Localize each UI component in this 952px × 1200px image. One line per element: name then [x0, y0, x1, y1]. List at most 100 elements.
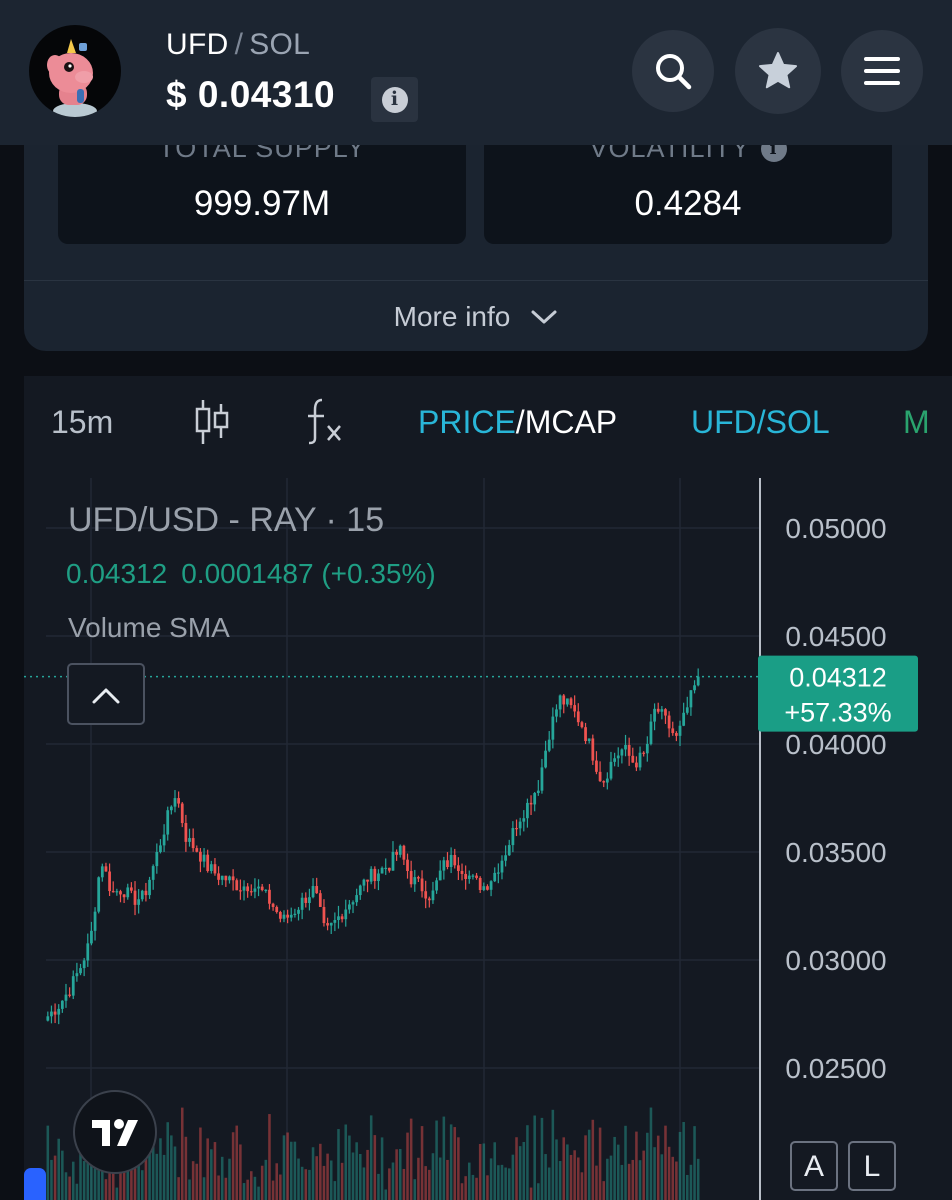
volume-bar [239, 1144, 242, 1200]
candle [587, 738, 591, 742]
volume-bar [686, 1174, 689, 1200]
legend-last-value: 0.04312 [66, 558, 167, 589]
price-axis-tick-label: 0.03000 [785, 945, 886, 976]
candle [169, 806, 173, 811]
candle [696, 676, 700, 686]
volume-bar [533, 1115, 536, 1200]
volume-bar [271, 1180, 275, 1200]
volume-bar [428, 1169, 431, 1200]
volume-bar [297, 1158, 300, 1200]
volume-bar [279, 1174, 282, 1200]
volume-bar [555, 1139, 558, 1200]
volume-bar [388, 1168, 391, 1200]
legend-change: 0.0001487 (+0.35%) [181, 558, 436, 589]
legend-collapse-button[interactable] [67, 663, 145, 725]
candle [151, 866, 155, 880]
log-scale-label: L [864, 1150, 881, 1183]
volume-bar [478, 1143, 482, 1200]
volume-bar [518, 1146, 522, 1200]
candle [180, 803, 184, 824]
more-info-button[interactable]: More info [24, 280, 928, 352]
volume-bar [580, 1172, 584, 1200]
candle [511, 828, 515, 846]
search-icon [656, 54, 692, 90]
candle [656, 708, 660, 712]
candle [177, 798, 180, 804]
scroll-handle[interactable] [24, 1168, 46, 1200]
volume-bar [366, 1149, 369, 1200]
chevron-down-icon [531, 310, 557, 323]
hamburger-icon [864, 57, 900, 85]
price-chart[interactable]: 0.05000 0.04500 0.04000 0.03500 0.03000 0.025… [24, 376, 952, 1200]
candle [264, 889, 268, 891]
volume-bar [180, 1107, 184, 1200]
price-axis[interactable]: 0.05000 0.04500 0.04000 0.03500 0.03000 0.025… [785, 513, 886, 1084]
volume-bar [217, 1175, 220, 1200]
volume-bar [577, 1157, 580, 1200]
volume-bar [635, 1131, 638, 1200]
volume-bar [257, 1186, 260, 1200]
candle [206, 854, 210, 871]
volume-bar [453, 1127, 457, 1200]
tradingview-logo-button[interactable] [73, 1090, 157, 1174]
candle [493, 872, 497, 882]
menu-button[interactable] [841, 30, 923, 112]
candle [682, 712, 686, 726]
candle [424, 891, 428, 899]
candle [286, 914, 289, 918]
volume-bar [184, 1136, 188, 1200]
candle [471, 875, 475, 877]
volume-bar [57, 1138, 60, 1200]
candle [536, 790, 540, 794]
volume-bar [50, 1159, 53, 1200]
candle [235, 880, 239, 891]
search-button[interactable] [632, 30, 714, 112]
favorite-button[interactable] [735, 28, 821, 114]
candle [304, 897, 308, 903]
price-info-button[interactable]: i [371, 77, 418, 122]
candle [489, 881, 493, 890]
volume-bar [293, 1141, 297, 1200]
volume-bar [322, 1165, 326, 1200]
volume-bar [529, 1187, 533, 1200]
volume-bar [540, 1117, 544, 1200]
candle [311, 886, 315, 898]
candle [224, 875, 228, 881]
candle [467, 875, 471, 879]
candle [82, 960, 86, 969]
candle [685, 707, 689, 713]
volume-bar [210, 1149, 213, 1200]
volume-bar [220, 1156, 224, 1200]
volume-bar [406, 1132, 409, 1200]
candle [209, 864, 213, 871]
volume-bar [380, 1137, 384, 1200]
volume-bar [351, 1152, 355, 1200]
candle [689, 690, 693, 708]
candle [122, 894, 126, 898]
volume-bar [606, 1158, 609, 1200]
candle [68, 994, 71, 996]
volume-bar [475, 1177, 478, 1200]
candle [558, 695, 562, 710]
volume-bar [489, 1158, 493, 1200]
candle [144, 890, 148, 896]
volume-bar [71, 1161, 75, 1200]
volume-bar [693, 1126, 696, 1200]
volume-bar [515, 1137, 518, 1200]
candle [431, 890, 435, 901]
candle [57, 1008, 61, 1015]
token-logo[interactable] [29, 25, 121, 117]
volume-bar [253, 1176, 257, 1200]
candle [475, 875, 478, 878]
last-price-tag-change: +57.33% [784, 698, 891, 728]
candle [340, 916, 344, 920]
chart-section: 15m PRICE/MCAP UFD/SOL M 0.05000 0.04500 0… [24, 376, 952, 1200]
candle [293, 913, 297, 916]
candle [395, 851, 398, 855]
candle [348, 904, 351, 910]
candle [446, 860, 449, 868]
candle [544, 750, 547, 768]
candle [191, 838, 195, 849]
volume-bar [493, 1142, 496, 1200]
volume-bar [373, 1135, 377, 1200]
